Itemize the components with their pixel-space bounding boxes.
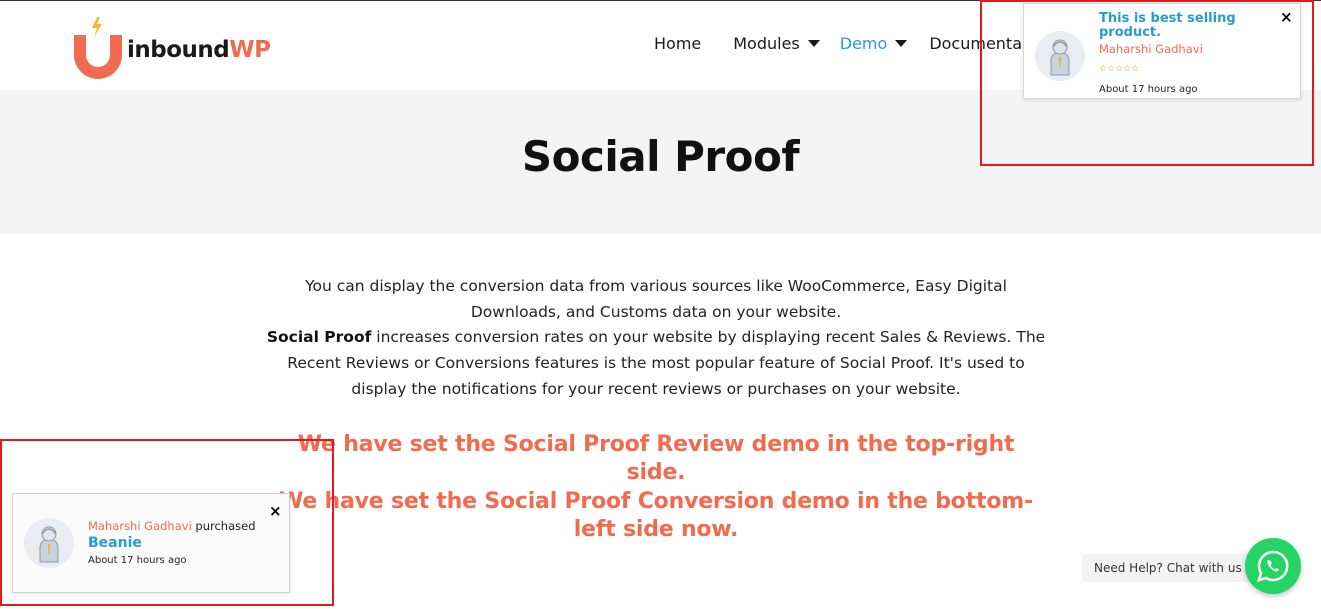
avatar <box>1035 31 1085 81</box>
brand-logo[interactable]: inboundWP <box>70 13 300 83</box>
main-nav: Home Modules Demo Documenta <box>654 31 1022 55</box>
close-icon[interactable]: × <box>269 504 282 519</box>
review-notification-popup[interactable]: This is best selling product. Maharshi G… <box>1023 3 1301 99</box>
nav-item-label: Home <box>654 33 702 53</box>
chevron-down-icon <box>895 39 908 47</box>
page-title: Social Proof <box>521 132 800 181</box>
conversion-popup-action: purchased <box>191 519 256 533</box>
conversion-popup-time: About 17 hours ago <box>88 555 187 566</box>
close-icon[interactable]: × <box>1280 10 1293 25</box>
conversion-notification-popup[interactable]: Maharshi Gadhavi purchased Beanie About … <box>12 493 290 593</box>
intro-bold: Social Proof <box>266 328 372 347</box>
conversion-popup-message: Maharshi Gadhavi purchased <box>88 519 256 533</box>
user-avatar-icon <box>1035 31 1085 81</box>
conversion-demo-note: We have set the Social Proof Conversion … <box>279 489 1033 542</box>
intro-line1: You can display the conversion data from… <box>305 277 1007 321</box>
nav-item-home[interactable]: Home <box>654 34 701 53</box>
nav-item-demo[interactable]: Demo <box>840 34 908 53</box>
conversion-popup-product[interactable]: Beanie <box>88 535 142 551</box>
conversion-popup-buyer: Maharshi Gadhavi <box>88 519 192 533</box>
brand-name-part1: inbound <box>127 37 230 63</box>
brand-name: inboundWP <box>127 37 271 63</box>
chat-help-label[interactable]: Need Help? Chat with us <box>1082 554 1254 582</box>
review-popup-reviewer: Maharshi Gadhavi <box>1099 42 1203 56</box>
whatsapp-icon <box>1257 550 1289 582</box>
nav-item-label: Documenta <box>929 33 1023 53</box>
nav-item-label: Modules <box>733 33 800 53</box>
brand-name-part2: WP <box>229 37 271 63</box>
whatsapp-chat-button[interactable] <box>1245 538 1301 594</box>
nav-item-documentation[interactable]: Documenta <box>929 34 1022 53</box>
review-popup-time: About 17 hours ago <box>1099 84 1198 95</box>
chevron-down-icon <box>807 39 820 47</box>
avatar <box>24 518 74 568</box>
nav-item-label: Demo <box>839 33 888 53</box>
user-avatar-icon <box>24 518 74 568</box>
star-rating-icon: ☆☆☆☆☆ <box>1099 64 1140 74</box>
intro-line2: increases conversion rates on your websi… <box>287 328 1046 398</box>
review-demo-note: We have set the Social Proof Review demo… <box>297 432 1015 485</box>
magnet-logo-icon <box>74 17 122 79</box>
review-popup-title: This is best selling product. <box>1099 11 1236 40</box>
page-hero: Social Proof <box>0 90 1321 234</box>
nav-item-modules[interactable]: Modules <box>733 34 820 53</box>
intro-text: You can display the conversion data from… <box>266 274 1046 403</box>
